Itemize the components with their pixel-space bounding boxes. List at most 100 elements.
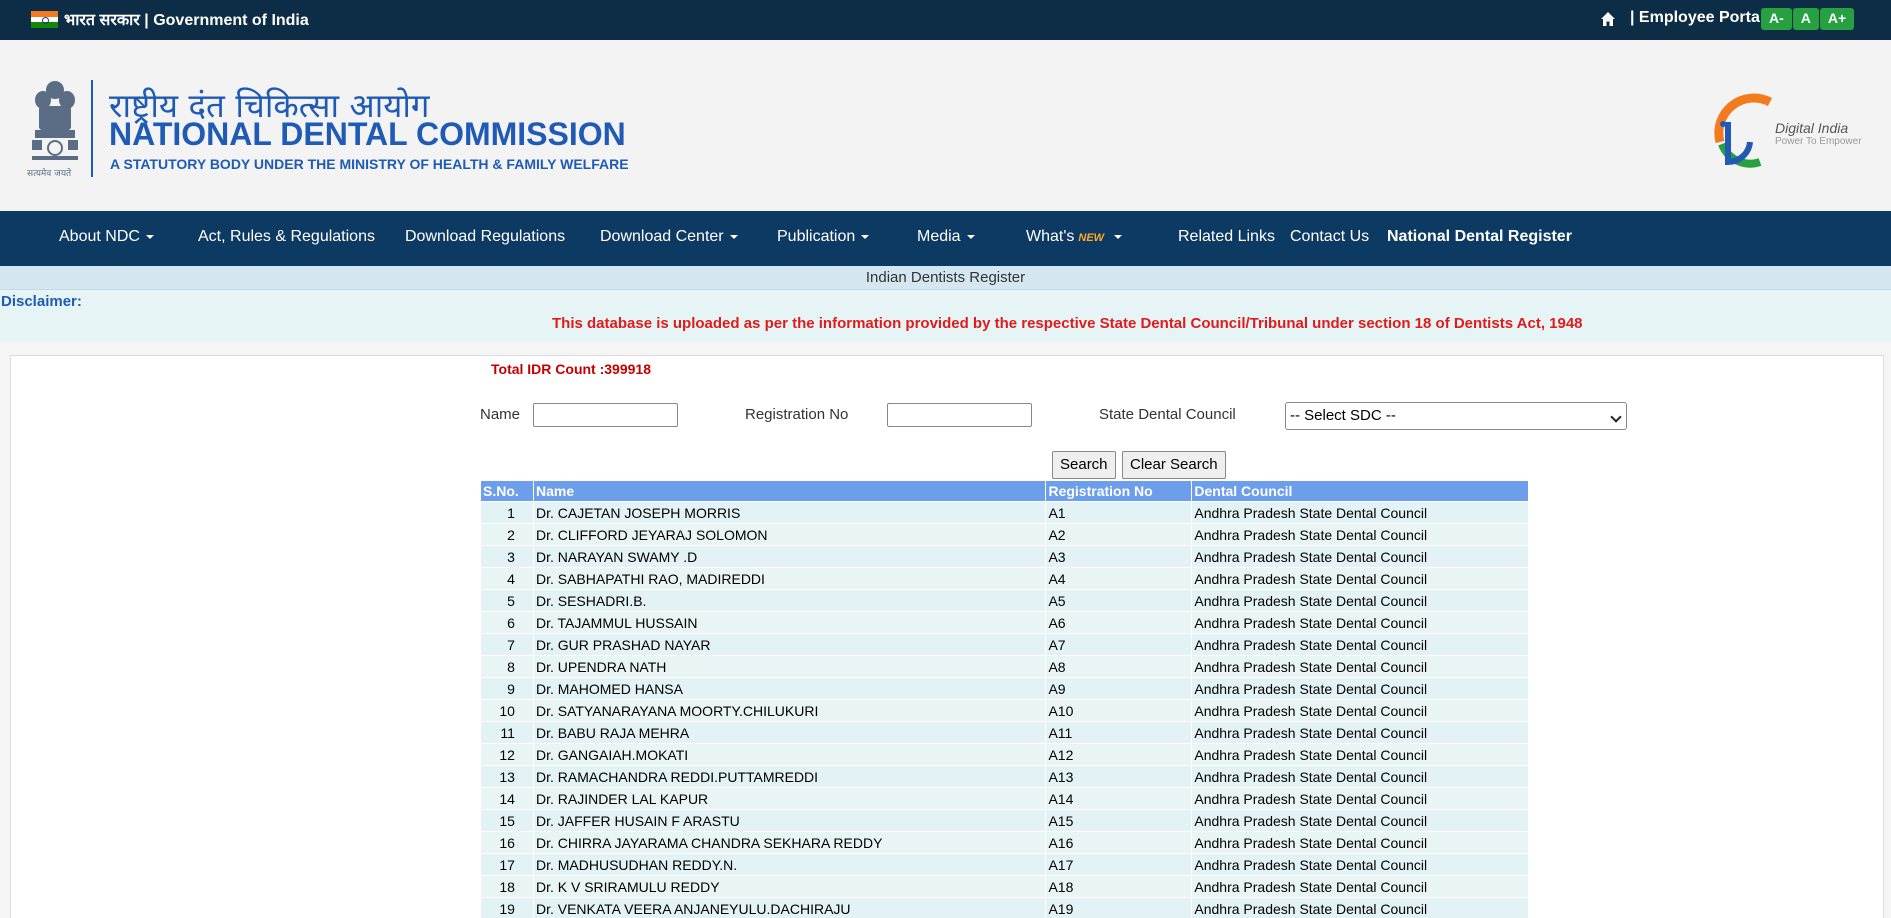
national-emblem-icon (32, 81, 78, 160)
india-flag-icon (31, 11, 58, 28)
disclaimer-label: Disclaimer: (1, 293, 82, 310)
cell-sno: 3 (480, 545, 534, 568)
cell-dental-council: Andhra Pradesh State Dental Council (1191, 655, 1529, 678)
table-row: 3 Dr. NARAYAN SWAMY .D A3 Andhra Pradesh St… (480, 545, 1529, 568)
font-decrease-button[interactable]: A- (1761, 8, 1792, 30)
cell-sno: 15 (480, 809, 534, 832)
cell-sno: 1 (480, 501, 534, 524)
page-title: Indian Dentists Register (865, 269, 1026, 286)
employee-portal-link[interactable]: | Employee Portal (1630, 9, 1764, 27)
font-normal-button[interactable]: A (1792, 8, 1819, 30)
disclaimer-text: This database is uploaded as per the inf… (552, 315, 1583, 332)
register-panel: Total IDR Count :399918 Name Registratio… (10, 355, 1884, 918)
search-button[interactable]: Search (1052, 451, 1116, 479)
nav-label: What's (1026, 228, 1075, 245)
cell-name: Dr. MADHUSUDHAN REDDY.N. (532, 853, 1047, 876)
cell-registration-no: A3 (1045, 545, 1193, 568)
table-row: 6 Dr. TAJAMMUL HUSSAIN A6 Andhra Pradesh St… (480, 611, 1529, 634)
cell-name: Dr. BABU RAJA MEHRA (532, 721, 1047, 744)
caret-down-icon (1114, 234, 1123, 239)
cell-registration-no: A16 (1045, 831, 1193, 854)
cell-sno: 2 (480, 523, 534, 546)
nav-label: About NDC (59, 228, 140, 245)
name-label: Name (480, 406, 521, 423)
table-row: 12 Dr. GANGAIAH.MOKATI A12 Andhra Pradesh S… (480, 743, 1529, 766)
cell-dental-council: Andhra Pradesh State Dental Council (1191, 677, 1529, 700)
dentists-table: S.No. Name Registration No Dental Counci… (480, 480, 1529, 918)
cell-dental-council: Andhra Pradesh State Dental Council (1191, 567, 1529, 590)
cell-sno: 17 (480, 853, 534, 876)
cell-name: Dr. JAFFER HUSAIN F ARASTU (532, 809, 1047, 832)
nav-download-center[interactable]: Download Center (600, 228, 738, 246)
table-row: 15 Dr. JAFFER HUSAIN F ARASTU A15 Andhra Pr… (480, 809, 1529, 832)
cell-registration-no: A18 (1045, 875, 1193, 898)
cell-name: Dr. UPENDRA NATH (532, 655, 1047, 678)
cell-sno: 10 (480, 699, 534, 722)
cell-sno: 18 (480, 875, 534, 898)
table-row: 19 Dr. VENKATA VEERA ANJANEYULU.DACHIRAJU… (480, 897, 1529, 918)
nav-download-regulations[interactable]: Download Regulations (405, 228, 565, 246)
cell-name: Dr. K V SRIRAMULU REDDY (532, 875, 1047, 898)
nav-publication[interactable]: Publication (777, 228, 870, 246)
caret-down-icon (729, 234, 738, 239)
table-row: 1 Dr. CAJETAN JOSEPH MORRIS A1 Andhra Prade… (480, 501, 1529, 524)
nav-media[interactable]: Media (917, 228, 975, 246)
cell-sno: 5 (480, 589, 534, 612)
cell-sno: 11 (480, 721, 534, 744)
caret-down-icon (861, 234, 870, 239)
column-header-sno: S.No. (480, 480, 534, 502)
cell-sno: 7 (480, 633, 534, 656)
nav-related-links[interactable]: Related Links (1178, 228, 1275, 246)
digital-india-text: Digital India (1775, 120, 1849, 136)
nav-label: Download Center (600, 228, 724, 245)
cell-dental-council: Andhra Pradesh State Dental Council (1191, 699, 1529, 722)
nav-act-rules-regulations[interactable]: Act, Rules & Regulations (198, 228, 375, 246)
cell-registration-no: A7 (1045, 633, 1193, 656)
nav-contact-us[interactable]: Contact Us (1290, 228, 1369, 246)
nav-about-ndc[interactable]: About NDC (59, 228, 154, 246)
home-icon[interactable] (1600, 11, 1616, 27)
cell-sno: 12 (480, 743, 534, 766)
nav-whats-new[interactable]: What's NEW (1026, 228, 1123, 246)
table-row: 8 Dr. UPENDRA NATH A8 Andhra Pradesh State … (480, 655, 1529, 678)
table-row: 14 Dr. RAJINDER LAL KAPUR A14 Andhra Prades… (480, 787, 1529, 810)
cell-registration-no: A15 (1045, 809, 1193, 832)
font-increase-button[interactable]: A+ (1819, 8, 1855, 30)
cell-registration-no: A2 (1045, 523, 1193, 546)
cell-dental-council: Andhra Pradesh State Dental Council (1191, 589, 1529, 612)
nav-label: Contact Us (1290, 228, 1370, 245)
clear-search-button[interactable]: Clear Search (1122, 451, 1226, 479)
cell-name: Dr. VENKATA VEERA ANJANEYULU.DACHIRAJU (532, 897, 1047, 918)
cell-dental-council: Andhra Pradesh State Dental Council (1191, 721, 1529, 744)
emblem-caption: सत्यमेव जयते (27, 169, 72, 179)
registration-no-input[interactable] (887, 403, 1032, 427)
table-row: 17 Dr. MADHUSUDHAN REDDY.N. A17 Andhra Prad… (480, 853, 1529, 876)
cell-registration-no: A4 (1045, 567, 1193, 590)
name-input[interactable] (533, 403, 678, 427)
cell-dental-council: Andhra Pradesh State Dental Council (1191, 501, 1529, 524)
top-bar: भारत सरकार | Government of India | Emplo… (0, 0, 1891, 40)
nav-national-dental-register[interactable]: National Dental Register (1387, 228, 1572, 246)
column-header-dental-council: Dental Council (1191, 480, 1529, 502)
column-header-registration-no: Registration No (1045, 480, 1193, 502)
cell-registration-no: A8 (1045, 655, 1193, 678)
cell-dental-council: Andhra Pradesh State Dental Council (1191, 853, 1529, 876)
cell-dental-council: Andhra Pradesh State Dental Council (1191, 897, 1529, 918)
cell-registration-no: A9 (1045, 677, 1193, 700)
cell-sno: 19 (480, 897, 534, 918)
cell-sno: 14 (480, 787, 534, 810)
table-row: 5 Dr. SESHADRI.B. A5 Andhra Pradesh State D… (480, 589, 1529, 612)
cell-sno: 4 (480, 567, 534, 590)
cell-name: Dr. RAJINDER LAL KAPUR (532, 787, 1047, 810)
cell-name: Dr. CLIFFORD JEYARAJ SOLOMON (532, 523, 1047, 546)
table-body: 1 Dr. CAJETAN JOSEPH MORRIS A1 Andhra Prade… (480, 501, 1529, 918)
cell-sno: 6 (480, 611, 534, 634)
cell-sno: 8 (480, 655, 534, 678)
state-dental-council-select[interactable]: -- Select SDC -- (1285, 402, 1627, 430)
cell-name: Dr. TAJAMMUL HUSSAIN (532, 611, 1047, 634)
cell-name: Dr. GANGAIAH.MOKATI (532, 743, 1047, 766)
new-badge: NEW (1078, 232, 1105, 244)
caret-down-icon (966, 234, 975, 239)
cell-name: Dr. SATYANARAYANA MOORTY.CHILUKURI (532, 699, 1047, 722)
table-row: 7 Dr. GUR PRASHAD NAYAR A7 Andhra Pradesh S… (480, 633, 1529, 656)
